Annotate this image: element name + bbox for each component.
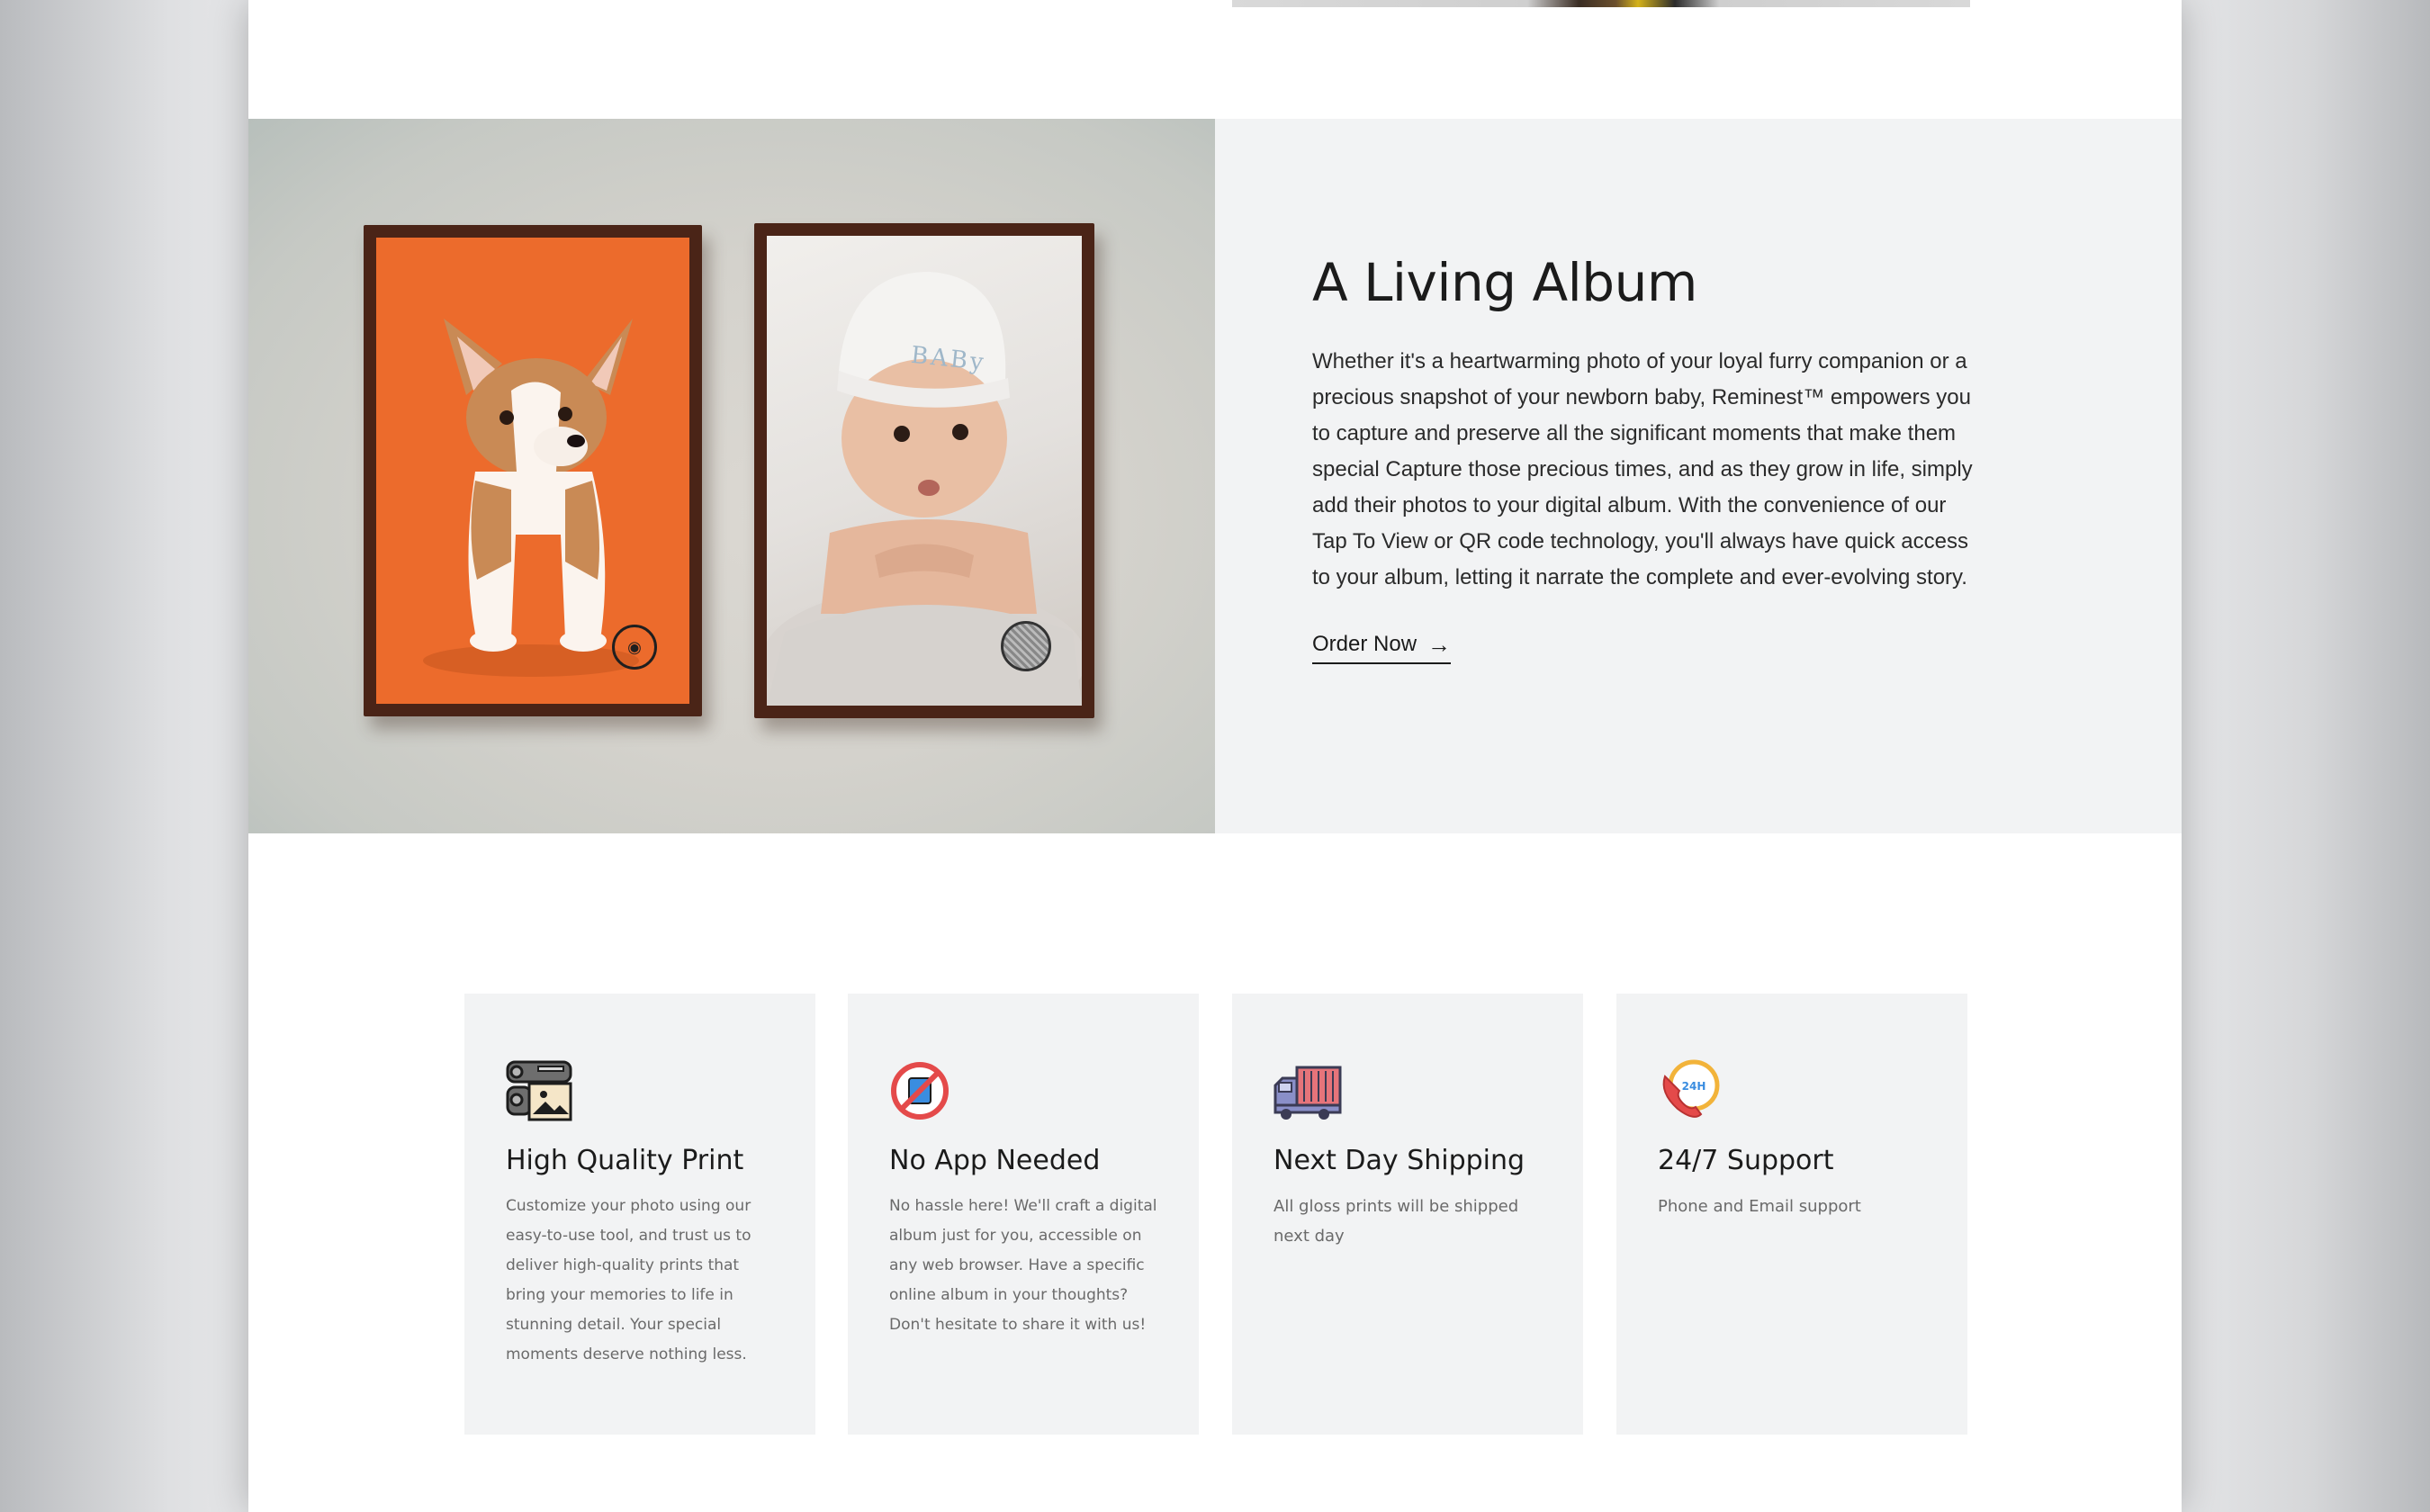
feature-title: 24/7 Support	[1658, 1145, 1834, 1176]
feature-description: Phone and Email support	[1658, 1197, 1861, 1216]
page: ◉ BABy A Living Album Whether it's a hea…	[248, 0, 2182, 1512]
section-body-text: Whether it's a heartwarming photo of you…	[1312, 349, 1973, 590]
qr-code-badge	[1001, 621, 1051, 671]
svg-text:24H: 24H	[1682, 1080, 1706, 1093]
feature-card-next-day-shipping: Next Day Shipping All gloss prints will …	[1232, 994, 1583, 1435]
feature-card-high-quality-print: High Quality Print Customize your photo …	[464, 994, 815, 1435]
tap-to-view-badge: ◉	[612, 625, 657, 670]
feature-description: All gloss prints will be shipped next da…	[1274, 1197, 1519, 1246]
dog-photo: ◉	[376, 238, 689, 704]
section-title: A Living Album	[1312, 252, 1697, 313]
arrow-right-icon: →	[1427, 631, 1452, 658]
feature-description: Customize your photo using our easy-to-u…	[506, 1197, 752, 1364]
printer-roll-icon	[506, 1060, 572, 1121]
delivery-truck-icon	[1274, 1066, 1342, 1120]
feature-title: High Quality Print	[506, 1145, 744, 1176]
phone-24h-icon: 24H	[1662, 1059, 1720, 1118]
baby-photo: BABy	[767, 236, 1082, 706]
order-now-link[interactable]: Order Now →	[1312, 631, 1452, 664]
feature-card-no-app-needed: No App Needed No hassle here! We'll craf…	[848, 994, 1199, 1435]
feature-card-24-7-support: 24H 24/7 Support Phone and Email support	[1616, 994, 1967, 1435]
baby-photo-frame: BABy	[754, 223, 1094, 718]
previous-section-image-edge	[1232, 0, 1970, 7]
feature-title: Next Day Shipping	[1274, 1145, 1526, 1176]
features-section: High Quality Print Customize your photo …	[464, 994, 1967, 1435]
order-now-label: Order Now	[1312, 632, 1418, 656]
framed-photos-image: ◉ BABy	[248, 119, 1215, 833]
no-app-icon	[891, 1062, 949, 1120]
living-album-copy: A Living Album Whether it's a heartwarmi…	[1312, 252, 1978, 664]
feature-description: No hassle here! We'll craft a digital al…	[889, 1197, 1157, 1334]
dog-photo-frame: ◉	[364, 225, 702, 716]
feature-title: No App Needed	[889, 1145, 1101, 1176]
living-album-section: ◉ BABy A Living Album Whether it's a hea…	[248, 119, 2182, 833]
